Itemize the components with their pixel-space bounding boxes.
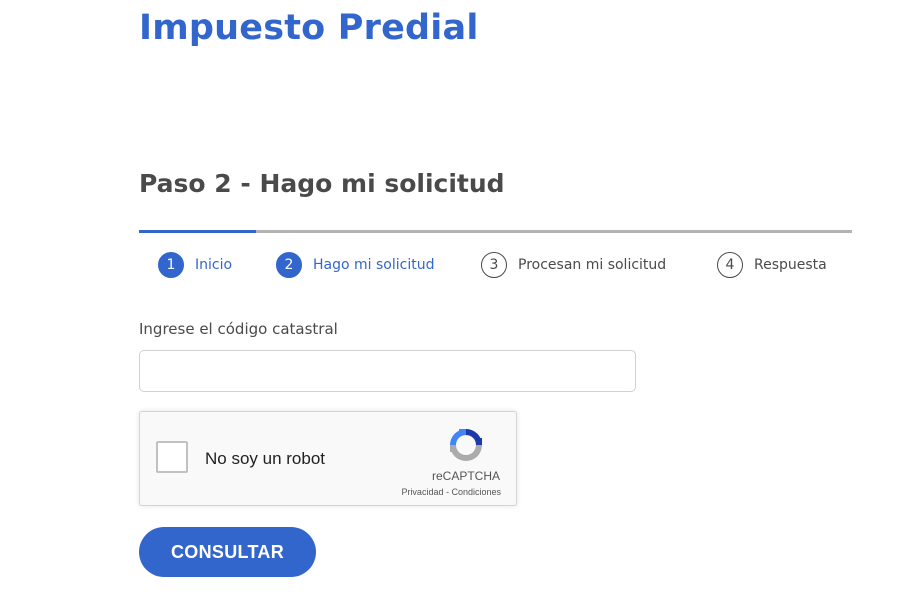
stepper: 1 Inicio 2 Hago mi solicitud 3 Procesan … <box>0 251 922 279</box>
consultar-button[interactable]: CONSULTAR <box>139 527 316 577</box>
step-label: Respuesta <box>754 257 827 273</box>
step-number: 2 <box>276 252 302 278</box>
cadastral-code-label: Ingrese el código catastral <box>139 320 338 338</box>
step-label: Inicio <box>195 257 233 273</box>
step-respuesta: 4 Respuesta <box>717 251 827 279</box>
step-inicio: 1 Inicio <box>158 251 232 279</box>
step-label: Procesan mi solicitud <box>518 257 667 273</box>
recaptcha-checkbox[interactable] <box>156 441 188 473</box>
page-title: Impuesto Predial <box>139 8 479 48</box>
step-hago-mi-solicitud: 2 Hago mi solicitud <box>276 251 434 279</box>
step-procesan-mi-solicitud: 3 Procesan mi solicitud <box>481 251 666 279</box>
step-heading: Paso 2 - Hago mi solicitud <box>139 169 505 198</box>
recaptcha-terms-link[interactable]: Condiciones <box>451 487 501 497</box>
recaptcha-privacy-link[interactable]: Privacidad <box>401 487 443 497</box>
step-number: 3 <box>481 252 507 278</box>
progress-track <box>139 230 852 233</box>
page: Impuesto Predial Paso 2 - Hago mi solici… <box>0 0 922 592</box>
recaptcha-links: Privacidad - Condiciones <box>401 487 501 497</box>
recaptcha-widget: No soy un robot reCAPTCHA Privacidad - C… <box>139 411 517 506</box>
cadastral-code-input[interactable] <box>139 350 636 392</box>
step-label: Hago mi solicitud <box>313 257 435 273</box>
progress-fill <box>139 230 256 233</box>
step-number: 1 <box>158 252 184 278</box>
recaptcha-label: No soy un robot <box>205 449 326 468</box>
step-number: 4 <box>717 252 743 278</box>
recaptcha-logo-icon <box>450 429 482 461</box>
recaptcha-brand: reCAPTCHA <box>431 469 500 483</box>
